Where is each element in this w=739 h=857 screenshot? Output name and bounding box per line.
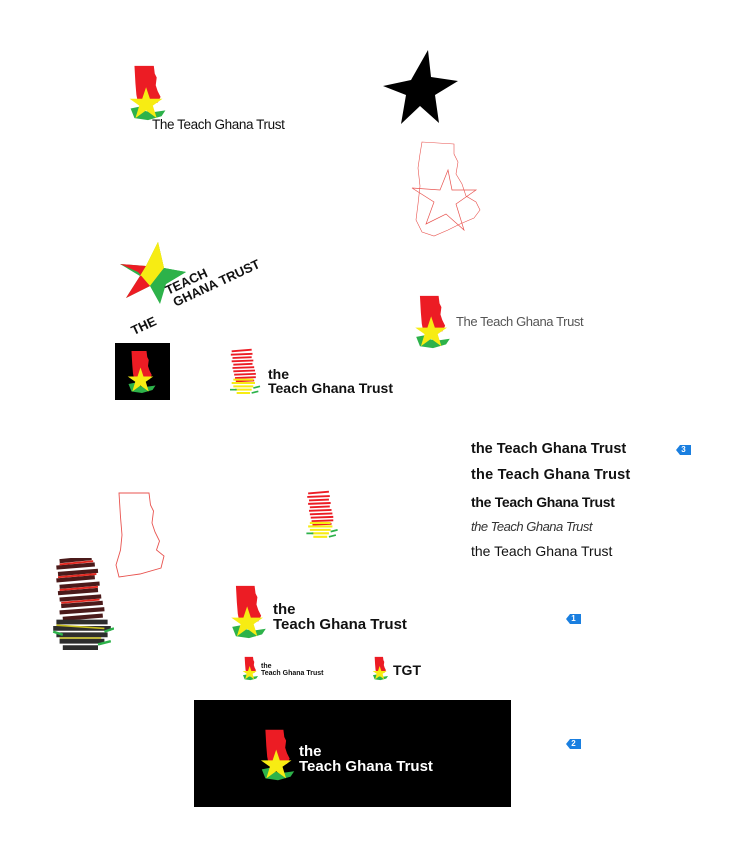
wordmark-the: the [273, 601, 296, 618]
logo-diagonal: THE TEACH GHANA TRUST [118, 240, 288, 338]
ghana-star-mark-icon [414, 294, 452, 350]
wordmark-name: Teach Ghana Trust [261, 670, 324, 677]
logo-dark-banner: the Teach Ghana Trust [194, 700, 511, 807]
ghana-star-mark-icon [128, 64, 168, 122]
wordmark-thin: The Teach Ghana Trust [152, 117, 285, 132]
outline-map-star-sketch-icon [411, 141, 481, 237]
ghana-star-mark-icon [372, 656, 389, 681]
annotation-marker-2[interactable]: 2 [566, 738, 581, 750]
logo-abbreviated: TGT [372, 656, 432, 682]
app-icon-black-square [115, 343, 170, 400]
wordmark-abbrev: TGT [393, 662, 421, 678]
logo-horizontal-thin-alt: The Teach Ghana Trust [414, 294, 594, 350]
dark-sketch-mark-icon [50, 558, 114, 654]
marker-3-label: 3 [681, 445, 686, 454]
annotation-marker-3[interactable]: 3 [676, 444, 691, 456]
ghana-star-mark-icon [127, 349, 157, 395]
marker-1-label: 1 [571, 614, 576, 623]
wordmark-the: the [261, 663, 272, 670]
ghana-star-mark-icon [242, 656, 259, 681]
marker-2-label: 2 [571, 739, 576, 748]
type-sample-2: the Teach Ghana Trust [471, 467, 631, 483]
type-sample-5: the Teach Ghana Trust [471, 543, 613, 559]
logo-stacked-primary: the Teach Ghana Trust [230, 584, 430, 642]
wordmark-name: Teach Ghana Trust [299, 758, 433, 775]
black-star-icon [383, 50, 458, 124]
typeface-samples: the Teach Ghana Trust the Teach Ghana Tr… [471, 440, 671, 565]
wordmark-name: Teach Ghana Trust [268, 380, 393, 396]
outline-map-icon [108, 490, 172, 580]
type-sample-1: the Teach Ghana Trust [471, 441, 627, 457]
wordmark-thin-alt: The Teach Ghana Trust [456, 314, 584, 329]
type-sample-3: the Teach Ghana Trust [471, 494, 615, 510]
wordmark-name: Teach Ghana Trust [273, 616, 407, 633]
wordmark-the: the [299, 743, 322, 760]
sketch-mark-icon [228, 348, 262, 398]
sketch-mark-small-icon [304, 490, 340, 542]
annotation-marker-1[interactable]: 1 [566, 613, 581, 625]
logo-stacked-sketch: the Teach Ghana Trust [228, 348, 418, 400]
logo-stacked-small: the Teach Ghana Trust [242, 656, 342, 682]
ghana-star-mark-icon [260, 728, 296, 782]
diagonal-word-the: THE [128, 313, 159, 338]
type-sample-4: the Teach Ghana Trust [471, 519, 593, 534]
ghana-star-mark-icon [230, 584, 268, 640]
wordmark-the: the [268, 366, 289, 382]
logo-horizontal-thin: The Teach Ghana Trust [128, 64, 328, 134]
